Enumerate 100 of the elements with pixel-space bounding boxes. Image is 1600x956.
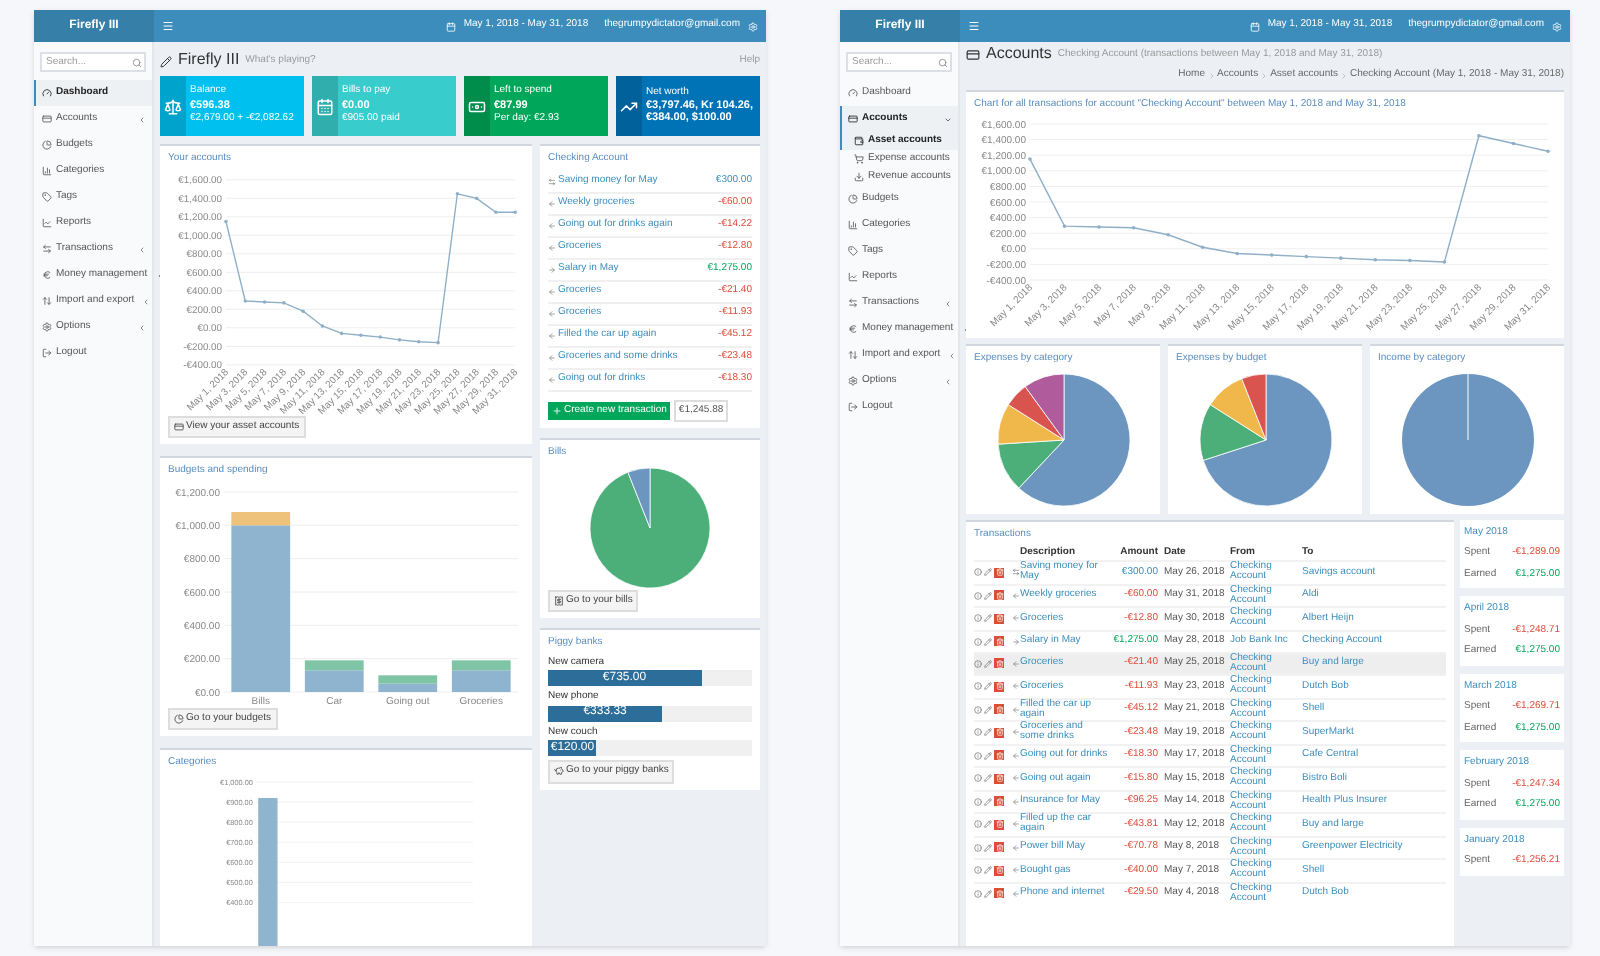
data-point	[339, 330, 344, 335]
menu-icon[interactable]	[968, 20, 980, 32]
info-icon[interactable]	[974, 728, 982, 737]
settings-icon[interactable]	[748, 21, 758, 31]
trash-icon	[995, 866, 1003, 875]
search-icon[interactable]	[132, 57, 142, 67]
calendar-icon	[445, 21, 456, 31]
calendar-icon	[1249, 21, 1260, 31]
delete-button[interactable]	[994, 658, 1004, 669]
pencil-icon[interactable]	[984, 751, 992, 760]
arrow-left-icon	[1011, 889, 1019, 898]
delete-button[interactable]	[994, 704, 1004, 715]
pie-icon	[848, 194, 858, 204]
pencil-icon	[160, 56, 172, 68]
info-icon[interactable]	[974, 820, 982, 829]
info-icon[interactable]	[974, 659, 982, 668]
gauge-icon	[848, 88, 858, 98]
card-icon	[966, 48, 980, 62]
card-icon	[848, 114, 858, 124]
euro-icon	[42, 270, 52, 280]
receipt-icon	[554, 595, 564, 606]
info-icon[interactable]	[974, 705, 982, 714]
info-icon[interactable]	[974, 751, 982, 760]
logout-icon	[848, 402, 858, 412]
delete-button[interactable]	[994, 590, 1004, 601]
arrow-left-icon	[1011, 591, 1019, 600]
arrows-icon	[848, 298, 858, 308]
info-icon[interactable]	[974, 774, 982, 783]
card-icon	[42, 114, 52, 124]
pencil-icon[interactable]	[984, 820, 992, 829]
data-point	[1304, 254, 1309, 259]
data-point	[1373, 257, 1378, 262]
pencil-icon[interactable]	[984, 843, 992, 852]
delete-button[interactable]	[994, 819, 1004, 830]
bar-chart-icon	[848, 220, 858, 230]
menu-icon[interactable]	[162, 20, 174, 32]
delete-button[interactable]	[994, 567, 1004, 578]
delete-button[interactable]	[994, 842, 1004, 853]
arrow-left-icon	[548, 287, 556, 295]
data-point	[1511, 141, 1516, 146]
trash-icon	[995, 614, 1003, 623]
trash-icon	[995, 591, 1003, 600]
delete-button[interactable]	[994, 613, 1004, 624]
arrow-left-icon	[548, 353, 556, 361]
info-icon[interactable]	[974, 889, 982, 898]
pencil-icon[interactable]	[984, 614, 992, 623]
info-icon[interactable]	[974, 843, 982, 852]
data-point	[1200, 245, 1205, 250]
delete-button[interactable]	[994, 681, 1004, 692]
trash-icon	[995, 659, 1003, 668]
info-icon[interactable]	[974, 568, 982, 577]
trash-icon	[995, 682, 1003, 691]
arrow-left-icon	[548, 331, 556, 339]
trash-icon	[995, 637, 1003, 645]
pie-chart-drawing	[588, 465, 712, 589]
pencil-icon[interactable]	[984, 568, 992, 577]
delete-button[interactable]	[994, 727, 1004, 738]
tag-icon	[848, 246, 858, 256]
trash-icon	[995, 728, 1003, 737]
info-icon[interactable]	[974, 682, 982, 691]
arrow-left-icon	[1011, 614, 1019, 623]
trash-icon	[995, 568, 1003, 577]
info-icon[interactable]	[974, 637, 982, 645]
info-icon[interactable]	[974, 591, 982, 600]
delete-button[interactable]	[994, 750, 1004, 761]
data-point	[455, 190, 460, 195]
pencil-icon[interactable]	[984, 705, 992, 714]
info-icon[interactable]	[974, 797, 982, 806]
pencil-icon[interactable]	[984, 728, 992, 737]
delete-button[interactable]	[994, 865, 1004, 876]
arrow-left-icon	[1011, 659, 1019, 668]
data-point	[474, 195, 479, 200]
euro-icon	[848, 324, 858, 334]
bar-chart-icon	[42, 166, 52, 176]
settings-icon	[42, 322, 52, 332]
pencil-icon[interactable]	[984, 889, 992, 898]
pencil-icon[interactable]	[984, 637, 992, 645]
info-icon[interactable]	[974, 866, 982, 875]
arrow-right-icon	[1011, 637, 1019, 645]
search-icon[interactable]	[938, 57, 948, 67]
piggy-bank-icon	[554, 766, 564, 777]
arrow-left-icon	[548, 243, 556, 251]
delete-button[interactable]	[994, 773, 1004, 784]
trash-icon	[995, 820, 1003, 829]
delete-button[interactable]	[994, 796, 1004, 807]
pencil-icon[interactable]	[984, 591, 992, 600]
pencil-icon[interactable]	[984, 866, 992, 875]
info-icon[interactable]	[974, 614, 982, 623]
delete-button[interactable]	[994, 636, 1004, 646]
arrow-right-icon	[548, 265, 556, 273]
pencil-icon[interactable]	[984, 797, 992, 806]
pencil-icon[interactable]	[984, 682, 992, 691]
pie-chart-drawing	[1399, 371, 1535, 507]
arrow-left-icon	[1011, 682, 1019, 691]
pencil-icon[interactable]	[984, 659, 992, 668]
pencil-icon[interactable]	[984, 774, 992, 783]
arrow-left-icon	[1011, 728, 1019, 737]
trend-icon	[620, 97, 638, 115]
settings-icon[interactable]	[1552, 21, 1562, 31]
delete-button[interactable]	[994, 888, 1004, 899]
